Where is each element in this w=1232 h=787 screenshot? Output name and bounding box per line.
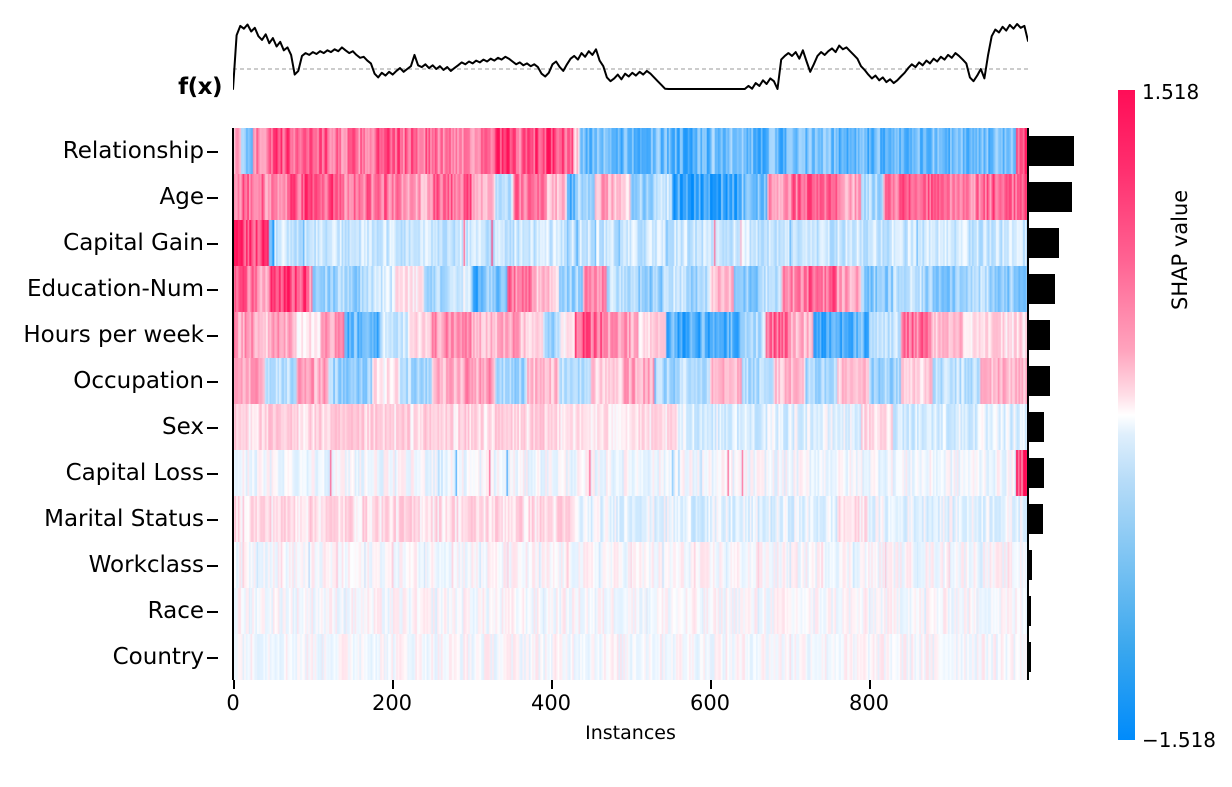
importance-bar-hours-per-week: [1029, 320, 1051, 350]
heatmap-row-canvas-relationship: [233, 128, 1028, 174]
fx-line-plot: [233, 12, 1028, 90]
heatmap-row-canvas-occupation: [233, 358, 1028, 404]
x-axis-tick-label: 400: [530, 691, 572, 715]
x-axis-tick: [233, 680, 235, 689]
x-axis-tick: [710, 680, 712, 689]
heatmap-row-canvas-marital-status: [233, 496, 1028, 542]
x-axis-tick-label: 200: [371, 691, 413, 715]
heatmap-row-canvas-capital-loss: [233, 450, 1028, 496]
heatmap-grid: [233, 128, 1028, 680]
feature-axis-tick: [207, 335, 218, 337]
importance-bar-capital-loss: [1029, 458, 1044, 488]
heatmap-row-canvas-hours-per-week: [233, 312, 1028, 358]
heatmap-row: [233, 588, 1028, 634]
feature-axis-tick: [207, 197, 218, 199]
feature-axis-tick: [207, 473, 218, 475]
heatmap-row: [233, 174, 1028, 220]
importance-bar-country: [1029, 642, 1031, 672]
feature-label-country: Country: [112, 644, 204, 670]
feature-axis-tick: [207, 427, 218, 429]
feature-label-capital-gain: Capital Gain: [63, 230, 204, 256]
heatmap-row: [233, 358, 1028, 404]
importance-bar-race: [1029, 596, 1032, 626]
heatmap-row-canvas-country: [233, 634, 1028, 680]
heatmap-row: [233, 496, 1028, 542]
colorbar-max-label: 1.518: [1142, 80, 1200, 104]
feature-axis-tick: [207, 565, 218, 567]
feature-label-relationship: Relationship: [62, 138, 204, 164]
heatmap-left-spine: [232, 128, 234, 680]
heatmap-row: [233, 220, 1028, 266]
feature-label-sex: Sex: [162, 414, 204, 440]
feature-label-capital-loss: Capital Loss: [65, 460, 204, 486]
importance-bar-sex: [1029, 412, 1044, 442]
feature-label-age: Age: [159, 184, 204, 210]
feature-axis-tick: [207, 519, 218, 521]
feature-importance-bars: [1029, 128, 1089, 680]
importance-bar-relationship: [1029, 136, 1074, 166]
importance-bar-age: [1029, 182, 1072, 212]
x-axis-tick-label: 600: [689, 691, 731, 715]
heatmap-row: [233, 542, 1028, 588]
heatmap-row-canvas-education-num: [233, 266, 1028, 312]
shap-heatmap-figure: f(x) Relationship Age Capital Gain Educatio…: [0, 0, 1232, 787]
feature-label-occupation: Occupation: [73, 368, 204, 394]
heatmap-row: [233, 128, 1028, 174]
importance-bar-education-num: [1029, 274, 1055, 304]
feature-axis-tick: [207, 381, 218, 383]
x-axis-title: Instances: [585, 722, 676, 744]
fx-line-path: [233, 23, 1028, 90]
heatmap-row: [233, 634, 1028, 680]
importance-bar-workclass: [1029, 550, 1032, 580]
x-axis-tick-label: 800: [848, 691, 890, 715]
importance-bar-marital-status: [1029, 504, 1044, 534]
feature-axis-tick: [207, 243, 218, 245]
x-axis-tick: [869, 680, 871, 689]
heatmap-row: [233, 312, 1028, 358]
colorbar-min-label: −1.518: [1142, 728, 1217, 752]
importance-bar-occupation: [1029, 366, 1050, 396]
feature-label-race: Race: [147, 598, 204, 624]
colorbar: [1118, 90, 1135, 740]
fx-line-svg: [233, 23, 1028, 90]
fx-axis-label: f(x): [178, 74, 222, 100]
x-axis-tick: [392, 680, 394, 689]
heatmap-row: [233, 404, 1028, 450]
feature-label-hours-per-week: Hours per week: [23, 322, 204, 348]
feature-axis-tick: [207, 611, 218, 613]
feature-label-education-num: Education-Num: [27, 276, 204, 302]
heatmap-row: [233, 450, 1028, 496]
x-axis-tick: [551, 680, 553, 689]
colorbar-title: SHAP value: [1168, 189, 1192, 310]
feature-axis-tick: [207, 289, 218, 291]
heatmap-row-canvas-capital-gain: [233, 220, 1028, 266]
feature-label-workclass: Workclass: [88, 552, 204, 578]
heatmap-row-canvas-race: [233, 588, 1028, 634]
heatmap-row: [233, 266, 1028, 312]
heatmap-row-canvas-sex: [233, 404, 1028, 450]
feature-axis-tick: [207, 151, 218, 153]
x-axis-tick-label: 0: [226, 691, 240, 715]
heatmap-row-canvas-workclass: [233, 542, 1028, 588]
feature-label-axis: Relationship Age Capital Gain Education-Num…: [10, 128, 222, 680]
feature-label-marital-status: Marital Status: [44, 506, 204, 532]
x-axis: 0 200 400 600 800: [226, 680, 1028, 726]
heatmap-row-canvas-age: [233, 174, 1028, 220]
importance-bar-capital-gain: [1029, 228, 1059, 258]
feature-axis-tick: [207, 657, 218, 659]
